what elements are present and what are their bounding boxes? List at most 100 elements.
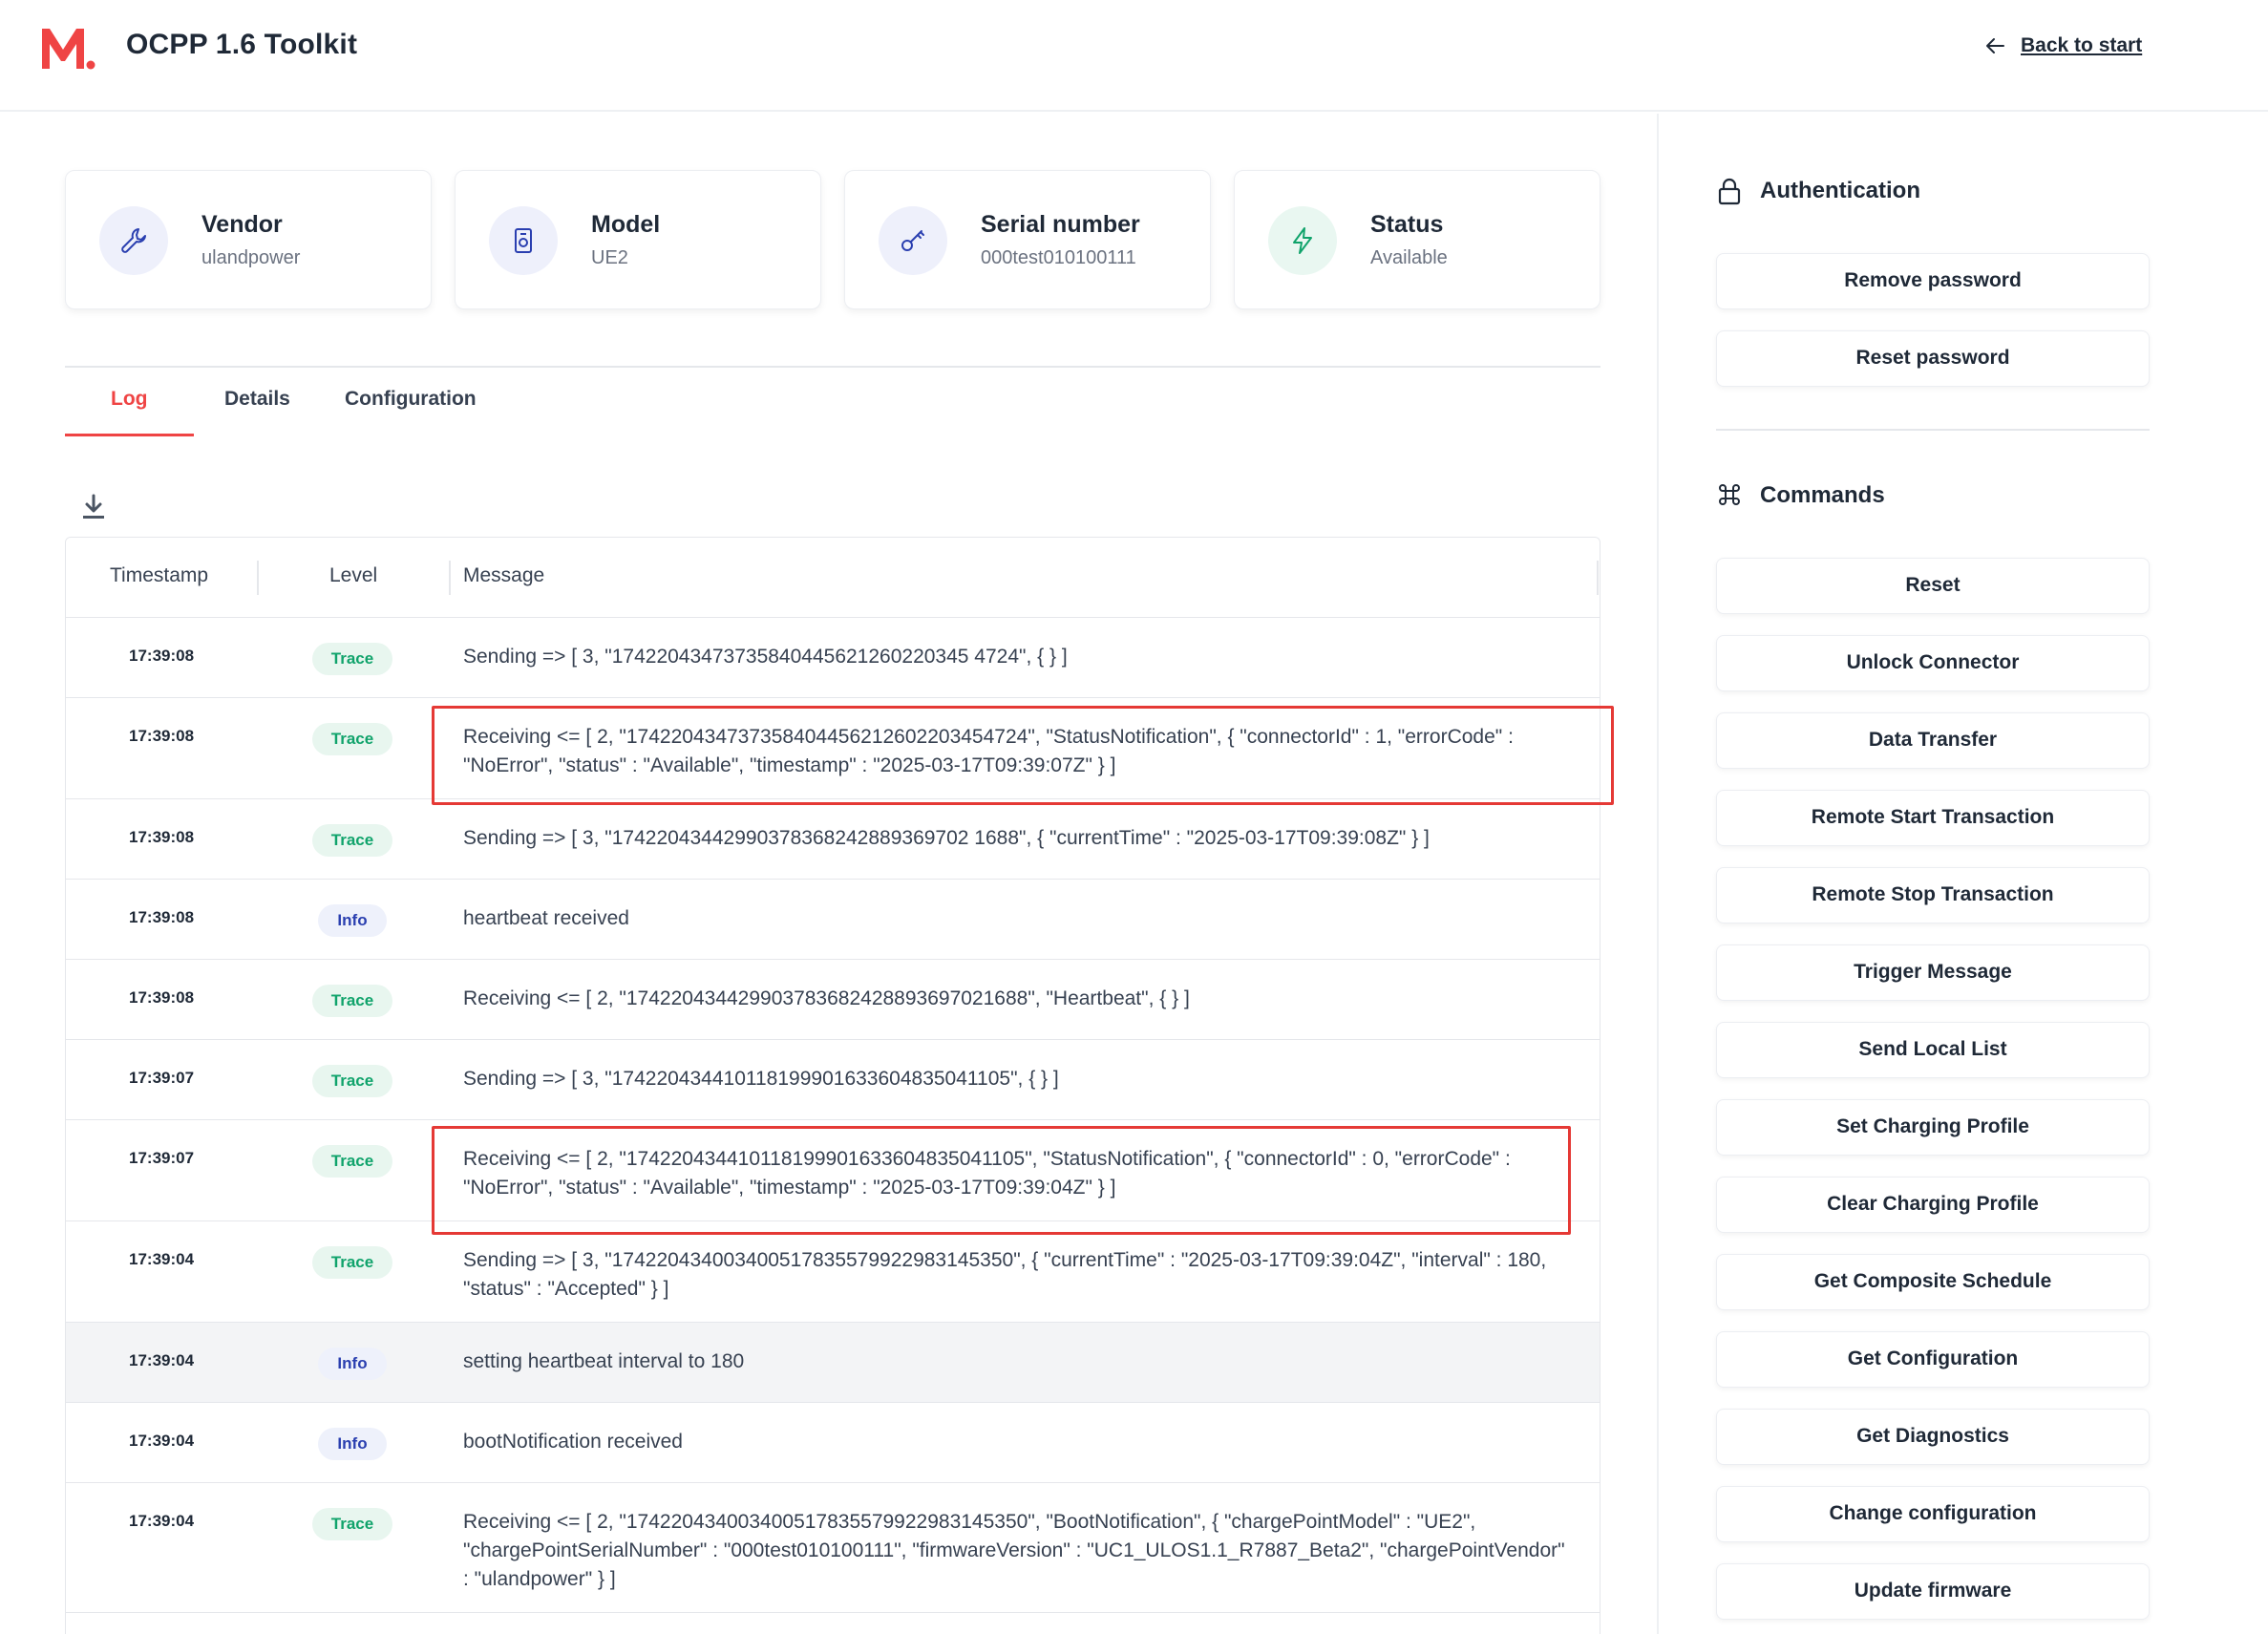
card-value: ulandpower	[201, 247, 301, 268]
level-badge: Trace	[312, 824, 392, 857]
table-row[interactable]: 17:39:04 Info setting heartbeat interval…	[66, 1323, 1600, 1403]
level-badge: Trace	[312, 723, 392, 755]
row-timestamp: 17:39:08	[129, 908, 195, 926]
vendor-icon-circle	[99, 206, 168, 275]
level-badge: Trace	[312, 1145, 392, 1178]
unlock-connector-button[interactable]: Unlock Connector	[1716, 635, 2150, 691]
table-row[interactable]: 17:39:08 Trace Sending => [ 3, "17422043…	[66, 618, 1600, 698]
set-charging-profile-button[interactable]: Set Charging Profile	[1716, 1099, 2150, 1156]
row-message: Receiving <= [ 2, "174220434003400517835…	[463, 1511, 1565, 1590]
tab-details[interactable]: Details	[224, 388, 290, 437]
status-icon-circle	[1268, 206, 1337, 275]
row-timestamp: 17:39:08	[129, 828, 195, 846]
reset-button[interactable]: Reset	[1716, 558, 2150, 614]
log-table: Timestamp Level Message 17:39:08 Trace S…	[65, 537, 1600, 1634]
table-row[interactable]: 17:39:04 Trace Receiving <= [ 2, "174220…	[66, 1483, 1600, 1613]
authentication-heading-label: Authentication	[1760, 178, 1920, 203]
card-title: Vendor	[201, 211, 283, 238]
row-message: Receiving <= [ 2, "174220434429903783682…	[463, 987, 1190, 1009]
model-card: Model UE2	[455, 170, 821, 309]
table-header: Timestamp Level Message	[66, 538, 1600, 618]
row-timestamp: 17:39:08	[129, 727, 195, 745]
vendor-card: Vendor ulandpower	[65, 170, 432, 309]
row-message: bootNotification received	[463, 1431, 683, 1453]
commands-heading: Commands	[1716, 481, 1885, 510]
card-value: UE2	[591, 247, 628, 268]
row-message: Sending => [ 3, "17422043473735840445621…	[463, 646, 1068, 668]
change-configuration-button[interactable]: Change configuration	[1716, 1486, 2150, 1542]
m-logo-icon[interactable]	[38, 23, 95, 73]
clear-charging-profile-button[interactable]: Clear Charging Profile	[1716, 1177, 2150, 1233]
update-firmware-button[interactable]: Update firmware	[1716, 1563, 2150, 1620]
tab-log[interactable]: Log	[111, 388, 147, 437]
app-title: OCPP 1.6 Toolkit	[126, 29, 358, 60]
row-timestamp: 17:39:07	[129, 1149, 195, 1167]
active-tab-indicator	[65, 434, 194, 436]
card-title: Status	[1370, 211, 1444, 238]
serial-number-card: Serial number 000test010100111	[844, 170, 1211, 309]
row-message: Sending => [ 3, "17422043400340051783557…	[463, 1249, 1547, 1300]
card-title: Serial number	[981, 211, 1140, 238]
column-separator[interactable]	[1597, 561, 1599, 595]
level-badge: Info	[318, 904, 387, 937]
level-badge: Trace	[312, 1246, 392, 1279]
data-transfer-button[interactable]: Data Transfer	[1716, 712, 2150, 769]
download-icon[interactable]	[80, 493, 107, 521]
status-card: Status Available	[1234, 170, 1600, 309]
level-badge: Trace	[312, 643, 392, 675]
card-value: Available	[1370, 247, 1448, 268]
column-header-message[interactable]: Message	[463, 564, 544, 587]
level-badge: Trace	[312, 1508, 392, 1540]
commands-heading-label: Commands	[1760, 482, 1885, 508]
row-timestamp: 17:39:04	[129, 1512, 195, 1530]
get-diagnostics-button[interactable]: Get Diagnostics	[1716, 1409, 2150, 1465]
column-header-timestamp[interactable]: Timestamp	[110, 564, 208, 587]
get-composite-schedule-button[interactable]: Get Composite Schedule	[1716, 1254, 2150, 1310]
level-badge: Info	[318, 1348, 387, 1380]
highlight-box	[432, 1126, 1571, 1235]
remote-start-transaction-button[interactable]: Remote Start Transaction	[1716, 790, 2150, 846]
wrench-icon	[121, 228, 146, 253]
column-header-level[interactable]: Level	[329, 564, 377, 587]
trigger-message-button[interactable]: Trigger Message	[1716, 944, 2150, 1001]
table-row[interactable]: 17:39:08 Trace Sending => [ 3, "17422043…	[66, 799, 1600, 880]
sidebar-divider	[1716, 429, 2150, 431]
table-row[interactable]: 17:39:04 Trace Sending => [ 3, "17422043…	[66, 1221, 1600, 1323]
remote-stop-transaction-button[interactable]: Remote Stop Transaction	[1716, 867, 2150, 923]
level-badge: Trace	[312, 985, 392, 1017]
content-divider	[65, 366, 1600, 368]
remove-password-button[interactable]: Remove password	[1716, 253, 2150, 309]
arrow-left-icon	[1986, 38, 2004, 53]
table-row[interactable]: 17:39:08 Info heartbeat received	[66, 880, 1600, 960]
row-timestamp: 17:39:04	[129, 1351, 195, 1369]
back-to-start-label: Back to start	[2021, 34, 2143, 56]
charger-icon	[515, 228, 532, 253]
row-message: Sending => [ 3, "17422043441011819990163…	[463, 1068, 1059, 1090]
column-separator[interactable]	[257, 561, 259, 595]
table-row[interactable]: 17:39:04 Info bootNotification received	[66, 1403, 1600, 1483]
table-row[interactable]: 17:39:08 Trace Receiving <= [ 2, "174220…	[66, 960, 1600, 1040]
row-timestamp: 17:39:07	[129, 1069, 195, 1087]
row-message: heartbeat received	[463, 907, 629, 929]
table-row[interactable]: 17:39:07 Trace Sending => [ 3, "17422043…	[66, 1040, 1600, 1120]
row-timestamp: 17:39:08	[129, 988, 195, 1007]
card-value: 000test010100111	[981, 247, 1136, 268]
lock-icon	[1718, 178, 1741, 205]
back-to-start-link[interactable]: Back to start	[1984, 34, 2142, 57]
send-local-list-button[interactable]: Send Local List	[1716, 1022, 2150, 1078]
card-title: Model	[591, 211, 661, 238]
app-header: OCPP 1.6 Toolkit Back to start	[0, 0, 2268, 112]
level-badge: Info	[318, 1428, 387, 1460]
serial-icon-circle	[879, 206, 947, 275]
model-icon-circle	[489, 206, 558, 275]
reset-password-button[interactable]: Reset password	[1716, 330, 2150, 387]
row-timestamp: 17:39:08	[129, 647, 195, 665]
row-message: setting heartbeat interval to 180	[463, 1350, 745, 1372]
tab-configuration[interactable]: Configuration	[345, 388, 477, 437]
sidebar: Authentication Remove password Reset pas…	[1657, 114, 2268, 1634]
row-timestamp: 17:39:04	[129, 1250, 195, 1268]
level-badge: Trace	[312, 1065, 392, 1097]
get-configuration-button[interactable]: Get Configuration	[1716, 1331, 2150, 1388]
row-message: Sending => [ 3, "17422043442990378368242…	[463, 827, 1430, 849]
column-separator[interactable]	[449, 561, 451, 595]
